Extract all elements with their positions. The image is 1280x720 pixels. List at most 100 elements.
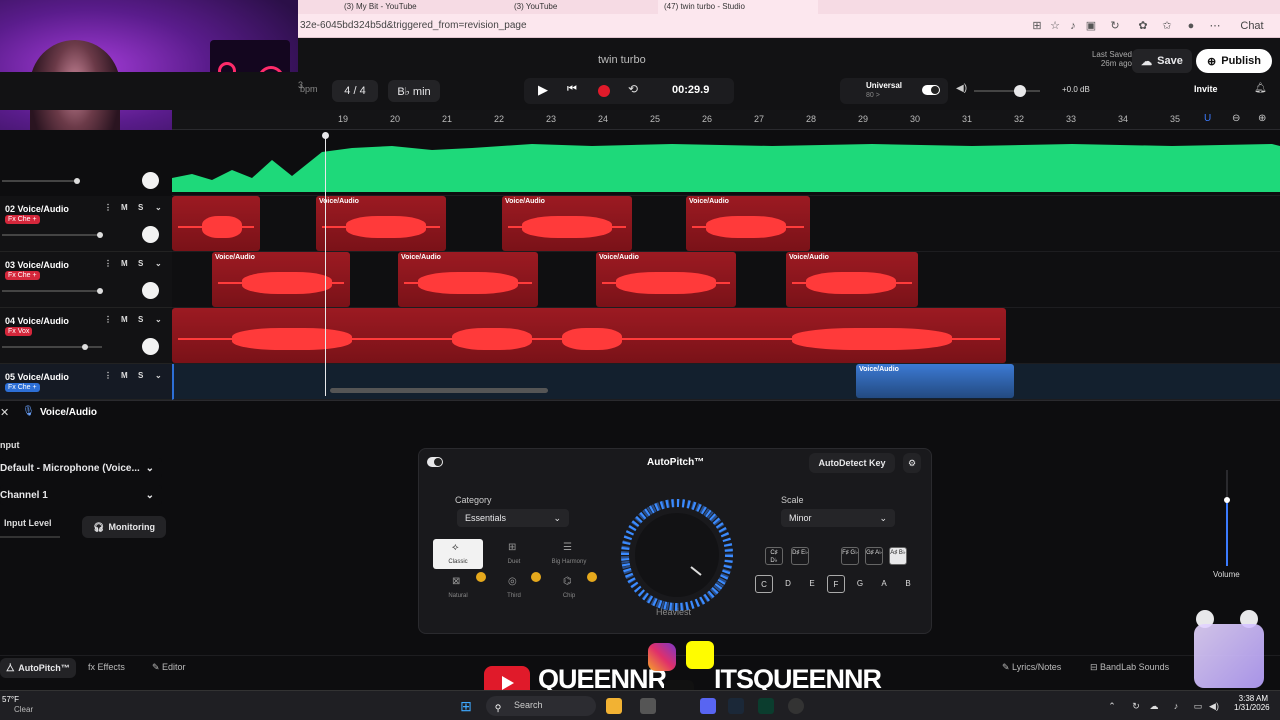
mute-button[interactable]: M xyxy=(121,315,128,324)
lane-05[interactable]: Voice/Audio xyxy=(172,364,1280,400)
fx-badge[interactable]: Fx Che + xyxy=(5,271,40,280)
apps-icon[interactable]: ⊞ xyxy=(1030,19,1044,33)
chevron-down-icon[interactable]: ⌄ xyxy=(155,371,162,380)
speaker-icon[interactable]: ◀) xyxy=(1206,698,1222,714)
sharp-key-button[interactable]: F♯ G♭ xyxy=(841,547,859,565)
lane-04[interactable] xyxy=(172,308,1280,364)
audio-clip[interactable]: Voice/Audio xyxy=(786,252,918,307)
pan-dial[interactable] xyxy=(142,226,159,243)
category-select[interactable]: Essentials ⌄ xyxy=(457,509,569,527)
tray-icon[interactable]: ↻ xyxy=(1128,698,1144,714)
zoom-in-icon[interactable]: ⊕ xyxy=(1258,113,1266,124)
channel-select[interactable]: Channel 1 ⌄ xyxy=(0,485,162,505)
favorites-icon[interactable]: ✩ xyxy=(1160,19,1174,33)
strength-dial[interactable] xyxy=(619,497,735,613)
mic-icon[interactable]: ♪ xyxy=(1168,698,1184,714)
url-text[interactable]: 32e-6045bd324b5d&triggered_from=revision… xyxy=(300,20,527,31)
natural-key-button[interactable]: G xyxy=(851,575,869,593)
natural-key-button[interactable]: E xyxy=(803,575,821,593)
mute-button[interactable]: M xyxy=(121,259,128,268)
star-icon[interactable]: ☆ xyxy=(1048,19,1062,33)
browser-tab-active[interactable]: (47) twin turbo - Studio xyxy=(658,0,818,14)
sharp-key-button[interactable]: A♯ B♭ xyxy=(889,547,907,565)
invite-button[interactable]: Invite xyxy=(1194,84,1218,94)
track-volume-slider[interactable] xyxy=(2,232,103,238)
track-volume-slider[interactable] xyxy=(2,178,80,184)
zoom-out-icon[interactable]: ⊖ xyxy=(1232,113,1240,124)
track-head-03[interactable]: 03 Voice/Audio Fx Che + M S ⋮ ⌄ xyxy=(0,252,172,308)
natural-key-button[interactable]: D xyxy=(779,575,797,593)
audio-clip[interactable]: Voice/Audio xyxy=(596,252,736,307)
chevron-down-icon[interactable]: ⌄ xyxy=(155,259,162,268)
chevron-down-icon[interactable]: ⌄ xyxy=(155,315,162,324)
clock[interactable]: 3:38 AM 1/31/2026 xyxy=(1234,694,1270,712)
preset-toggle[interactable] xyxy=(922,85,940,95)
magnet-icon[interactable]: U xyxy=(1204,113,1218,127)
audio-clip[interactable]: Voice/Audio xyxy=(686,196,810,251)
mic-icon[interactable]: ♪ xyxy=(1066,19,1080,33)
scale-select[interactable]: Minor ⌄ xyxy=(781,509,895,527)
record-button[interactable] xyxy=(598,85,610,97)
tab-effects[interactable]: fx Effects xyxy=(88,662,125,672)
natural-key-button[interactable]: A xyxy=(875,575,893,593)
app-icon[interactable] xyxy=(758,698,774,714)
cloud-icon[interactable]: ☁ xyxy=(1146,698,1162,714)
chevron-down-icon[interactable]: ⌄ xyxy=(155,203,162,212)
solo-button[interactable]: S xyxy=(138,203,143,212)
natural-key-button[interactable]: B xyxy=(899,575,917,593)
solo-button[interactable]: S xyxy=(138,371,143,380)
profile-icon[interactable]: ● xyxy=(1184,19,1198,33)
track-volume-slider[interactable] xyxy=(2,344,102,350)
track-head-05[interactable]: 05 Voice/Audio Fx Che + M S ⋮ ⌄ xyxy=(0,364,172,400)
play-icon[interactable]: ▶ xyxy=(538,82,554,98)
settings-icon[interactable]: ⚙ xyxy=(903,453,921,473)
sharp-key-button[interactable]: G♯ A♭ xyxy=(865,547,883,565)
fx-badge[interactable]: Fx Che + xyxy=(5,215,40,224)
track-volume-slider[interactable] xyxy=(2,288,103,294)
fx-badge[interactable]: Fx Vox xyxy=(5,327,33,336)
solo-button[interactable]: S xyxy=(138,259,143,268)
steam-icon[interactable] xyxy=(728,698,744,714)
loop-icon[interactable]: ⟲ xyxy=(628,82,638,96)
audio-clip[interactable]: Voice/Audio xyxy=(316,196,446,251)
app-icon[interactable] xyxy=(640,698,656,714)
mute-button[interactable]: M xyxy=(121,371,128,380)
mute-button[interactable]: M xyxy=(121,203,128,212)
more-icon[interactable]: ⋮ xyxy=(104,259,112,268)
more-icon[interactable]: ⋮ xyxy=(104,203,112,212)
monitor-icon[interactable]: ▭ xyxy=(1190,698,1206,714)
obs-icon[interactable] xyxy=(788,698,804,714)
playhead-handle[interactable] xyxy=(322,132,329,139)
autodetect-key-button[interactable]: AutoDetect Key xyxy=(809,453,895,473)
track-head-01[interactable] xyxy=(0,130,172,196)
audio-clip[interactable]: Voice/Audio xyxy=(212,252,350,307)
lane-03[interactable]: Voice/Audio Voice/Audio Voice/Audio Voic… xyxy=(172,252,1280,308)
track-head-04[interactable]: 04 Voice/Audio Fx Vox M S ⋮ ⌄ xyxy=(0,308,172,364)
extension-icon[interactable]: ▣ xyxy=(1084,19,1098,33)
discord-icon[interactable] xyxy=(700,698,716,714)
close-icon[interactable]: ✕ xyxy=(0,406,9,419)
audio-clip[interactable] xyxy=(172,308,1006,363)
windows-start-icon[interactable]: ⊞ xyxy=(458,698,474,714)
natural-key-button[interactable]: F xyxy=(827,575,845,593)
master-volume-slider[interactable] xyxy=(974,85,1040,97)
copilot-chat[interactable]: Chat xyxy=(1232,19,1272,33)
more-icon[interactable]: ⋯ xyxy=(1208,19,1222,33)
sharp-key-button[interactable]: D♯ E♭ xyxy=(791,547,809,565)
tab-bandlab-sounds[interactable]: ⊟ BandLab Sounds xyxy=(1090,662,1169,673)
solo-button[interactable]: S xyxy=(138,315,143,324)
sharp-key-button[interactable]: C♯ D♭ xyxy=(765,547,783,565)
pan-dial[interactable] xyxy=(142,282,159,299)
pan-dial[interactable] xyxy=(142,338,159,355)
time-signature[interactable]: 4 / 4 xyxy=(332,80,378,102)
monitoring-button[interactable]: 🎧︎ Monitoring xyxy=(82,516,166,538)
lane-01[interactable] xyxy=(172,130,1280,196)
input-device-select[interactable]: Default - Microphone (Voice... ⌄ xyxy=(0,458,162,478)
app-icon[interactable] xyxy=(606,698,622,714)
speaker-icon[interactable]: ◀) xyxy=(956,83,967,94)
timeline-ruler[interactable]: 19 20 21 22 23 24 25 26 27 28 29 30 31 32 33 34 35 U ⊖ ⊕ xyxy=(172,110,1280,130)
browser-tab[interactable]: (3) YouTube xyxy=(508,0,563,14)
audio-clip[interactable]: Voice/Audio xyxy=(856,364,1014,398)
horizontal-scrollbar[interactable] xyxy=(330,388,548,393)
puzzle-icon[interactable]: ✿ xyxy=(1136,19,1150,33)
